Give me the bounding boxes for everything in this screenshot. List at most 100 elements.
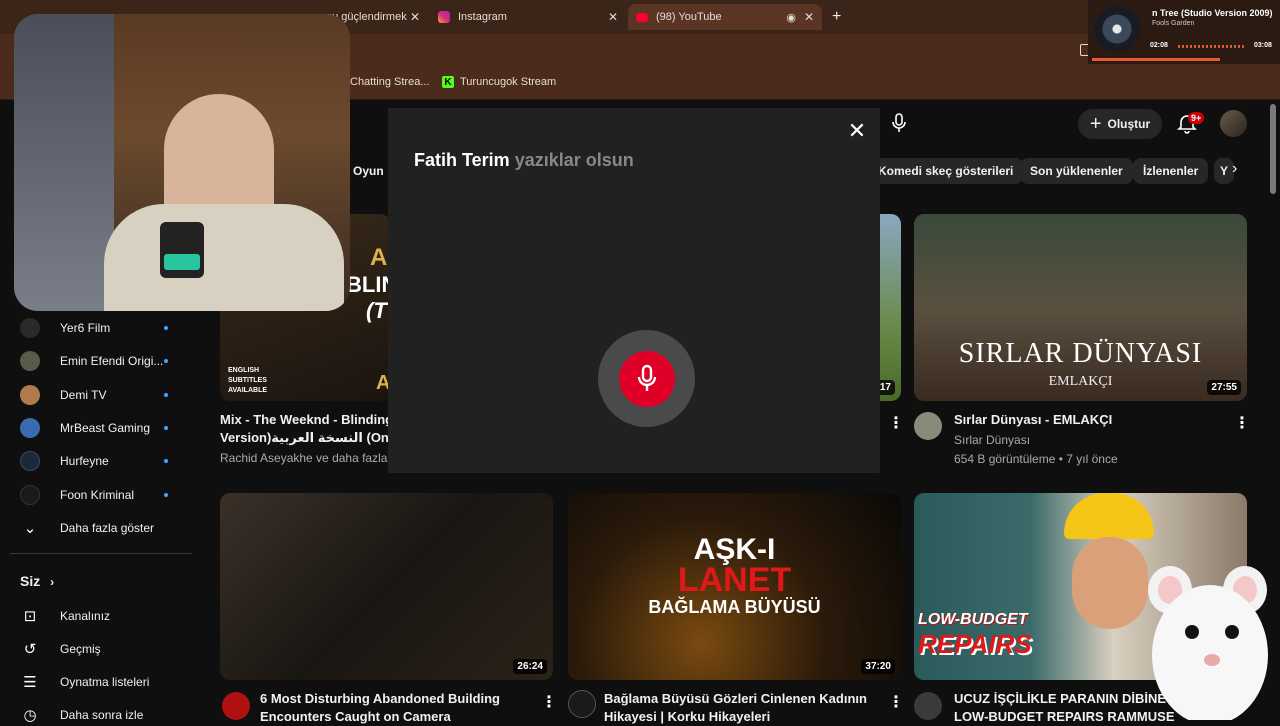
kick-icon: K <box>442 76 454 88</box>
video-thumbnail[interactable]: 26:24 <box>220 493 553 680</box>
sidebar-item-yer6[interactable]: Yer6 Film <box>20 318 190 338</box>
you-section-header[interactable]: Siz › <box>20 573 54 589</box>
channel-avatar <box>20 351 40 371</box>
video-thumbnail[interactable]: SIRLAR DÜNYASI EMLAKÇI 27:55 <box>914 214 1247 401</box>
sidebar-item-kanaliniz[interactable]: ⊡ Kanalınız <box>20 606 110 626</box>
sidebar-item-demi[interactable]: Demi TV <box>20 385 190 405</box>
person-box-icon: ⊡ <box>23 608 37 625</box>
chip-komedi[interactable]: Komedi skeç gösterileri <box>868 158 1024 184</box>
voice-transcript: Fatih Terim yazıklar olsun <box>414 150 634 171</box>
chevron-right-icon[interactable]: › <box>1232 160 1254 182</box>
clock-icon: ◷ <box>23 707 37 724</box>
chip-son-yuklenenler[interactable]: Son yüklenenler <box>1020 158 1133 184</box>
new-content-dot <box>164 426 168 430</box>
scrollbar-thumb[interactable] <box>1270 104 1276 194</box>
mouse-overlay <box>1140 560 1280 725</box>
avatar[interactable] <box>1220 110 1247 137</box>
close-icon[interactable]: ✕ <box>846 120 868 142</box>
sidebar-item-mrbeast[interactable]: MrBeast Gaming <box>20 418 190 438</box>
media-player-widget[interactable]: n Tree (Studio Version 2009) Fools Garde… <box>1088 0 1280 64</box>
media-bar <box>1092 58 1220 61</box>
pending-text: yazıklar olsun <box>514 150 634 170</box>
tab-title: (98) YouTube <box>656 11 722 23</box>
sidebar-item-watch-later[interactable]: ◷ Daha sonra izle <box>20 705 143 725</box>
media-total: 03:08 <box>1254 42 1272 49</box>
mic-light <box>164 254 200 270</box>
thumbnail-text: A <box>370 244 388 271</box>
chip-y[interactable]: Y <box>1214 158 1235 184</box>
history-icon: ↺ <box>23 641 37 658</box>
chevron-right-icon: › <box>50 575 55 589</box>
tab-instagram[interactable]: Instagram ✕ <box>430 4 626 30</box>
close-icon[interactable]: ✕ <box>410 10 420 24</box>
media-title: n Tree (Studio Version 2009) <box>1152 8 1273 18</box>
sidebar-item-gecmis[interactable]: ↺ Geçmiş <box>20 639 101 659</box>
channel-name[interactable]: Rachid Aseyakhe ve daha fazlası <box>220 451 397 465</box>
new-content-dot <box>164 393 168 397</box>
show-more-button[interactable]: ⌄ Daha fazla göster <box>20 518 154 538</box>
new-content-dot <box>164 459 168 463</box>
video-title[interactable]: Mix - The Weeknd - Blinding <box>220 411 393 429</box>
more-icon[interactable]: ⋮ <box>1234 413 1250 433</box>
chip-izlenenler[interactable]: İzlenenler <box>1133 158 1209 184</box>
tab-youtube[interactable]: (98) YouTube ◉ ✕ <box>628 4 822 30</box>
channel-avatar <box>20 318 40 338</box>
plus-icon: + <box>1089 112 1102 135</box>
new-content-dot <box>164 493 168 497</box>
video-title-line2[interactable]: Hikayesi | Korku Hikayeleri <box>604 708 770 726</box>
plus-icon[interactable]: + <box>832 8 841 26</box>
channel-name[interactable]: Sırlar Dünyası <box>954 433 1030 447</box>
close-icon[interactable]: ✕ <box>608 10 618 24</box>
channel-avatar <box>20 418 40 438</box>
more-icon[interactable]: ⋮ <box>888 692 904 712</box>
thumbnail-text: REPAIRS <box>918 629 1032 659</box>
channel-avatar[interactable] <box>222 692 250 720</box>
mic-icon[interactable] <box>886 110 912 136</box>
media-artist: Fools Garden <box>1152 20 1195 27</box>
divider <box>10 553 192 554</box>
new-content-dot <box>164 326 168 330</box>
channel-avatar[interactable] <box>914 412 942 440</box>
streamer-shirt <box>104 204 344 311</box>
sidebar-item-playlists[interactable]: ☰ Oynatma listeleri <box>20 672 149 692</box>
video-thumbnail[interactable]: AŞK-I LANET BAĞLAMA BÜYÜSÜ 37:20 <box>568 493 901 680</box>
video-title[interactable]: Bağlama Büyüsü Gözleri Cinlenen Kadının <box>604 690 867 708</box>
channel-avatar[interactable] <box>914 692 942 720</box>
channel-avatar <box>20 385 40 405</box>
new-content-dot <box>164 359 168 363</box>
bookmark-turuncugok[interactable]: K Turuncugok Stream <box>442 76 556 88</box>
thumbnail-text: BAĞLAMA BÜYÜSÜ <box>648 597 821 617</box>
duration-badge: 26:24 <box>513 659 547 674</box>
webcam-overlay <box>14 14 350 311</box>
video-title[interactable]: 6 Most Disturbing Abandoned Building <box>260 690 500 708</box>
playlist-icon: ☰ <box>23 674 37 691</box>
video-title[interactable]: Sırlar Dünyası - EMLAKÇI <box>954 411 1112 429</box>
recording-icon: ◉ <box>786 11 796 24</box>
mic-icon <box>637 364 657 391</box>
thumbnail-title: SIRLAR DÜNYASI <box>958 338 1203 369</box>
recognized-text: Fatih Terim <box>414 150 510 170</box>
sidebar-item-emin[interactable]: Emin Efendi Origi... <box>20 351 190 371</box>
instagram-icon <box>438 11 450 23</box>
channel-avatar[interactable] <box>568 690 596 718</box>
chevron-down-icon: ⌄ <box>23 520 37 537</box>
hard-hat <box>1064 493 1154 539</box>
channel-avatar <box>20 485 40 505</box>
mic-button[interactable] <box>619 351 675 407</box>
sidebar-item-hurfeyne[interactable]: Hurfeyne <box>20 451 190 471</box>
media-progress[interactable] <box>1178 45 1246 48</box>
bookmark-chatting[interactable]: Chatting Strea... <box>350 76 430 88</box>
youtube-icon <box>636 12 648 22</box>
video-title-line2[interactable]: Encounters Caught on Camera <box>260 708 451 726</box>
close-icon[interactable]: ✕ <box>804 10 814 24</box>
more-icon[interactable]: ⋮ <box>541 692 557 712</box>
sidebar-item-foon[interactable]: Foon Kriminal <box>20 485 190 505</box>
thumbnail-text: (T <box>366 298 387 323</box>
create-button[interactable]: + Oluştur <box>1078 109 1162 139</box>
chip-oyun[interactable]: Oyun <box>343 158 394 184</box>
face <box>1072 537 1148 629</box>
more-icon[interactable]: ⋮ <box>888 413 904 433</box>
thumbnail-text: LOW-BUDGET <box>918 611 1028 628</box>
media-elapsed: 02:08 <box>1150 42 1168 49</box>
video-meta: 654 B görüntüleme • 7 yıl önce <box>954 452 1118 466</box>
